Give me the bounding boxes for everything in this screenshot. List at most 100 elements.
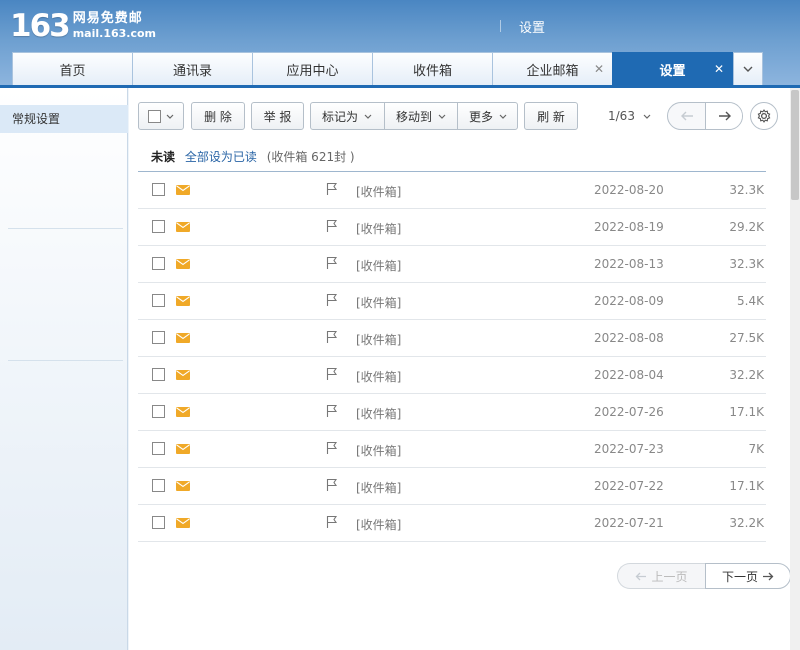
row-checkbox[interactable] (152, 479, 165, 492)
row-checkbox[interactable] (152, 257, 165, 270)
sidebar-item-general-settings[interactable]: 常规设置 (0, 105, 128, 133)
table-row[interactable]: [收件箱] 2022-07-23 7K (138, 431, 766, 468)
scrollbar[interactable] (790, 88, 800, 650)
folder-label: [收件箱] (356, 296, 402, 310)
close-icon[interactable]: ✕ (594, 62, 604, 76)
tab-label: 应用中心 (286, 63, 339, 79)
unread-label: 未读 (151, 150, 176, 164)
table-row[interactable]: [收件箱] 2022-08-20 32.3K (138, 172, 766, 209)
delete-button[interactable]: 删 除 (191, 102, 245, 130)
tab-bar: 首页 通讯录 应用中心 收件箱 企业邮箱 ✕ 设置 ✕ (12, 52, 763, 85)
folder-label: [收件箱] (356, 407, 402, 421)
envelope-icon (176, 481, 190, 491)
flag-icon[interactable] (326, 441, 338, 455)
date-label: 2022-08-09 (594, 294, 664, 308)
row-checkbox[interactable] (152, 516, 165, 529)
move-to-button[interactable]: 移动到 (385, 102, 457, 130)
flag-icon[interactable] (326, 404, 338, 418)
envelope-icon (176, 444, 190, 454)
scrollbar-thumb[interactable] (791, 90, 799, 200)
table-row[interactable]: [收件箱] 2022-08-08 27.5K (138, 320, 766, 357)
size-label: 32.3K (729, 183, 764, 197)
tab-label: 收件箱 (412, 63, 452, 79)
flag-icon[interactable] (326, 256, 338, 270)
bottom-next-page-button[interactable]: 下一页 (705, 563, 791, 589)
table-row[interactable]: [收件箱] 2022-08-09 5.4K (138, 283, 766, 320)
page-number: 1/63 (608, 109, 635, 123)
select-all-checkbox[interactable] (148, 109, 161, 123)
settings-button[interactable] (750, 102, 778, 130)
folder-label: [收件箱] (356, 518, 402, 532)
row-checkbox[interactable] (152, 442, 165, 455)
envelope-icon (176, 518, 190, 528)
close-icon[interactable]: ✕ (714, 62, 724, 76)
table-row[interactable]: [收件箱] 2022-08-19 29.2K (138, 209, 766, 246)
arrow-right-icon (718, 111, 731, 121)
date-label: 2022-07-23 (594, 442, 664, 456)
tab-enterprise-mail[interactable]: 企业邮箱 ✕ (492, 52, 613, 85)
more-button[interactable]: 更多 (458, 102, 518, 130)
mark-as-button[interactable]: 标记为 (310, 102, 384, 130)
flag-icon[interactable] (326, 182, 338, 196)
page-nav (667, 102, 743, 130)
date-label: 2022-07-22 (594, 479, 664, 493)
chevron-down-icon (438, 114, 446, 119)
date-label: 2022-07-21 (594, 516, 664, 530)
arrow-left-icon (681, 111, 693, 121)
envelope-icon (176, 259, 190, 269)
report-button[interactable]: 举 报 (251, 102, 304, 130)
select-all-dropdown[interactable] (138, 102, 184, 130)
table-row[interactable]: [收件箱] 2022-07-21 32.2K (138, 505, 766, 542)
flag-icon[interactable] (326, 515, 338, 529)
date-label: 2022-08-08 (594, 331, 664, 345)
next-page-button[interactable] (705, 103, 742, 129)
tab-settings[interactable]: 设置 ✕ (612, 52, 733, 85)
size-label: 17.1K (729, 479, 764, 493)
table-row[interactable]: [收件箱] 2022-07-22 17.1K (138, 468, 766, 505)
flag-icon[interactable] (326, 293, 338, 307)
bottom-prev-page-button[interactable]: 上一页 (617, 563, 705, 589)
folder-label: [收件箱] (356, 444, 402, 458)
row-checkbox[interactable] (152, 405, 165, 418)
table-row[interactable]: [收件箱] 2022-08-13 32.3K (138, 246, 766, 283)
logo[interactable]: 163 网易免费邮 mail.163.com (10, 8, 156, 44)
inbox-count: (收件箱 621封 ) (266, 150, 355, 164)
page-indicator-dropdown[interactable]: 1/63 (608, 109, 651, 123)
table-row[interactable]: [收件箱] 2022-07-26 17.1K (138, 394, 766, 431)
sidebar-divider (8, 228, 123, 229)
logo-number: 163 (10, 8, 71, 44)
flag-icon[interactable] (326, 219, 338, 233)
size-label: 5.4K (737, 294, 764, 308)
tab-contacts[interactable]: 通讯录 (132, 52, 253, 85)
folder-label: [收件箱] (356, 333, 402, 347)
arrow-left-icon (636, 572, 647, 580)
size-label: 17.1K (729, 405, 764, 419)
date-label: 2022-08-19 (594, 220, 664, 234)
refresh-button[interactable]: 刷 新 (524, 102, 578, 130)
size-label: 27.5K (729, 331, 764, 345)
flag-icon[interactable] (326, 330, 338, 344)
tab-inbox[interactable]: 收件箱 (372, 52, 493, 85)
prev-page-button[interactable] (668, 103, 706, 129)
tab-home[interactable]: 首页 (12, 52, 133, 85)
mail-summary: 未读 全部设为已读 (收件箱 621封 ) (151, 148, 355, 165)
envelope-icon (176, 407, 190, 417)
row-checkbox[interactable] (152, 294, 165, 307)
row-checkbox[interactable] (152, 331, 165, 344)
flag-icon[interactable] (326, 478, 338, 492)
tab-app-center[interactable]: 应用中心 (252, 52, 373, 85)
flag-icon[interactable] (326, 367, 338, 381)
row-checkbox[interactable] (152, 368, 165, 381)
date-label: 2022-08-13 (594, 257, 664, 271)
date-label: 2022-07-26 (594, 405, 664, 419)
envelope-icon (176, 370, 190, 380)
row-checkbox[interactable] (152, 220, 165, 233)
date-label: 2022-08-20 (594, 183, 664, 197)
table-row[interactable]: [收件箱] 2022-08-04 32.2K (138, 357, 766, 394)
mark-all-read-link[interactable]: 全部设为已读 (185, 150, 257, 164)
header-title: 设置 (519, 21, 546, 36)
row-checkbox[interactable] (152, 183, 165, 196)
tab-overflow-button[interactable] (733, 52, 763, 85)
envelope-icon (176, 185, 190, 195)
logo-brand-name: 网易免费邮 (72, 11, 143, 26)
